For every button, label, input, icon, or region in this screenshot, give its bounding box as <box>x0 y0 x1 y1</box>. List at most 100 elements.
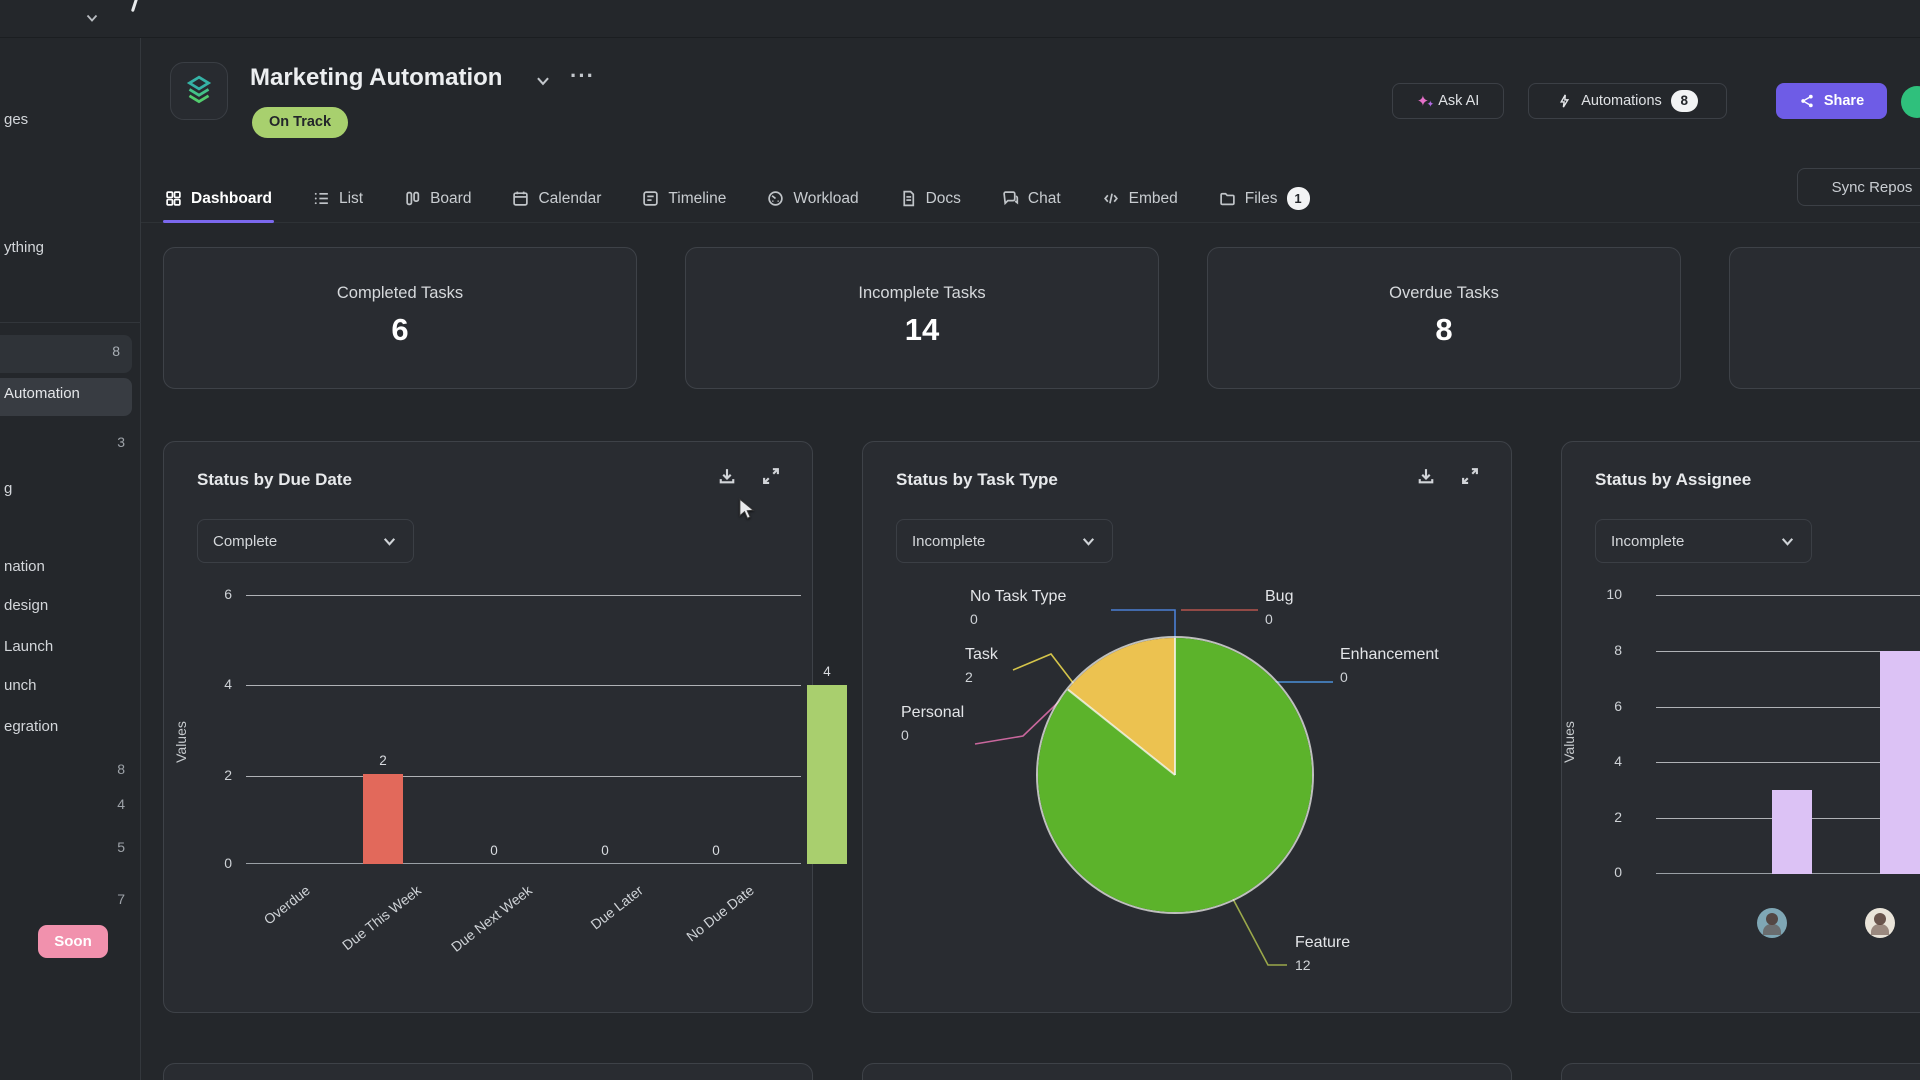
view-tabbar: Dashboard List Board Calendar Timeline W… <box>141 175 1920 223</box>
pie-label-feature: Feature 12 <box>1295 934 1351 973</box>
task-type-pie <box>1038 638 1312 912</box>
layers-icon <box>186 75 212 104</box>
presence-avatar[interactable] <box>1901 86 1920 118</box>
share-icon <box>1801 94 1813 108</box>
chat-icon <box>1003 191 1019 206</box>
bar-due-later: 0 <box>712 843 720 858</box>
pie-label-enhancement: Enhancement 0 <box>1340 646 1439 685</box>
sidebar-item[interactable]: g <box>0 477 141 501</box>
sidebar-item[interactable]: 7 <box>0 887 141 911</box>
due-date-bar-plot: 2 0 0 0 4 <box>246 595 847 864</box>
assignee-avatar <box>1865 908 1895 938</box>
pie-label-personal: Personal 0 <box>901 704 965 743</box>
bar-no-due-date: 4 <box>807 595 847 864</box>
sidebar-item[interactable]: 4 <box>0 792 141 816</box>
y-tick: 2 <box>224 767 232 783</box>
tab-workload[interactable]: Workload <box>765 175 860 222</box>
stat-label: Incomplete Tasks <box>858 284 986 302</box>
tab-timeline[interactable]: Timeline <box>640 175 728 222</box>
y-tick: 8 <box>1614 642 1622 658</box>
more-options-icon[interactable]: ··· <box>570 63 595 89</box>
status-filter-dropdown[interactable]: Incomplete <box>1595 519 1812 563</box>
x-tick-label: Overdue <box>260 882 313 928</box>
x-tick-label: No Due Date <box>683 882 757 945</box>
tab-docs[interactable]: Docs <box>898 175 963 222</box>
tab-chat[interactable]: Chat <box>1000 175 1063 222</box>
chart-card-assignee: Status by Assignee Incomplete Values 10 … <box>1561 441 1920 1013</box>
y-tick: 6 <box>224 586 232 602</box>
soon-badge: Soon <box>38 925 108 958</box>
pie-label-task: Task 2 <box>965 646 998 685</box>
timeline-icon <box>643 191 659 206</box>
top-bar <box>0 0 1920 38</box>
sidebar-item[interactable]: ything <box>0 236 141 260</box>
chart-card-partial <box>1561 1063 1920 1080</box>
sidebar-item[interactable]: design <box>0 594 141 618</box>
workspace-icon-tile[interactable] <box>170 62 228 120</box>
stat-value: 14 <box>904 312 940 347</box>
tab-embed[interactable]: Embed <box>1100 175 1180 222</box>
tab-files[interactable]: Files 1 <box>1217 175 1312 222</box>
files-icon <box>1220 192 1235 206</box>
sidebar-item[interactable]: unch <box>0 674 141 698</box>
sidebar-item[interactable]: nation <box>0 555 141 579</box>
tab-list[interactable]: List <box>311 175 365 222</box>
pie-label-no-task-type: No Task Type 0 <box>970 588 1067 627</box>
files-count-badge: 1 <box>1286 187 1310 210</box>
list-icon <box>314 192 328 205</box>
tab-calendar[interactable]: Calendar <box>510 175 603 222</box>
tab-dashboard[interactable]: Dashboard <box>163 175 274 223</box>
x-tick-label: Due This Week <box>338 882 424 954</box>
expand-icon[interactable] <box>761 466 781 486</box>
pie-label-bug: Bug 0 <box>1265 588 1294 627</box>
calendar-icon <box>513 191 529 206</box>
download-icon[interactable] <box>717 466 737 486</box>
chevron-down-icon <box>1781 537 1794 546</box>
sidebar-item[interactable]: egration <box>0 715 141 739</box>
sidebar-item[interactable]: ges <box>0 108 141 132</box>
sidebar-item-automation[interactable]: Automation <box>0 378 132 416</box>
y-tick: 4 <box>1614 753 1622 769</box>
chart-title: Status by Due Date <box>197 470 352 489</box>
stat-card-completed: Completed Tasks 6 <box>163 247 637 389</box>
automations-button[interactable]: Automations 8 <box>1528 83 1727 119</box>
y-tick: 10 <box>1606 586 1622 602</box>
tab-board[interactable]: Board <box>402 175 473 222</box>
chevron-down-icon[interactable] <box>84 10 100 31</box>
status-badge[interactable]: On Track <box>252 107 349 138</box>
title-chevron-down-icon[interactable] <box>534 72 552 95</box>
bar-due-this-week: 0 <box>490 843 498 858</box>
stat-label: Completed Tasks <box>336 284 464 302</box>
stat-value: 8 <box>1435 312 1453 347</box>
chart-card-partial <box>163 1063 813 1080</box>
sidebar-item[interactable]: Launch <box>0 635 141 659</box>
y-axis-label: Values <box>172 721 189 763</box>
ask-ai-button[interactable]: ✦ ✦ Ask AI <box>1392 83 1504 119</box>
sync-repos-button[interactable]: Sync Repos <box>1797 168 1920 206</box>
sidebar-item[interactable]: 5 <box>0 835 141 859</box>
bolt-icon <box>1560 94 1570 108</box>
assignee-bar-plot <box>1656 595 1920 874</box>
stat-card-overdue: Overdue Tasks 8 <box>1207 247 1681 389</box>
chart-card-partial <box>862 1063 1512 1080</box>
embed-icon <box>1103 193 1118 204</box>
sparkles-icon: ✦ ✦ <box>1416 93 1435 110</box>
sidebar-item[interactable]: 8 <box>0 757 141 781</box>
share-button[interactable]: Share <box>1776 83 1887 119</box>
dashboard-icon <box>166 191 181 206</box>
page-title: Marketing Automation <box>250 64 503 91</box>
status-filter-dropdown[interactable]: Complete <box>197 519 414 563</box>
y-tick: 4 <box>224 676 232 692</box>
sidebar-divider <box>0 322 141 323</box>
y-axis-label: Values <box>1560 721 1577 763</box>
y-tick: 2 <box>1614 809 1622 825</box>
sidebar-item[interactable]: 8 <box>0 335 132 373</box>
sidebar-item[interactable]: 3 <box>0 430 141 454</box>
stat-value: 6 <box>391 312 409 347</box>
chart-card-task-type: Status by Task Type Incomplete No Task T… <box>862 441 1512 1013</box>
bar-assignee-2 <box>1880 595 1920 874</box>
bar-overdue: 2 <box>363 595 403 864</box>
y-tick: 0 <box>1614 864 1622 880</box>
pie-divider <box>1174 638 1176 775</box>
automations-count-badge: 8 <box>1670 90 1698 112</box>
